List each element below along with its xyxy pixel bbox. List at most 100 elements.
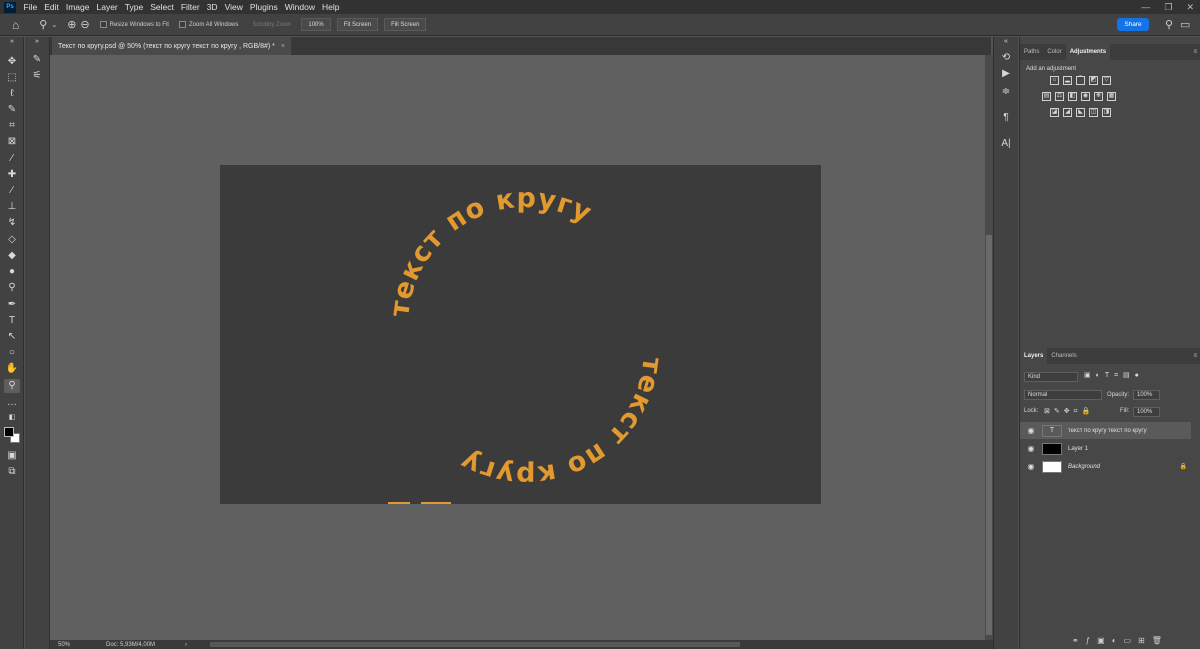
search-icon[interactable]: ⚲ xyxy=(1165,18,1173,31)
layer-row-background[interactable]: ◉ Background 🔒 xyxy=(1020,458,1191,475)
scrubby-zoom-checkbox[interactable]: Scrubby Zoom xyxy=(252,22,291,28)
zoom-100-button[interactable]: 100% xyxy=(301,18,331,31)
quick-select-icon[interactable]: ✎ xyxy=(4,103,20,117)
path-select-icon[interactable]: ↖ xyxy=(4,330,20,344)
share-button[interactable]: Share xyxy=(1117,18,1149,31)
properties-icon[interactable]: ⚟ xyxy=(29,69,45,83)
vertical-scrollbar[interactable] xyxy=(985,55,993,640)
lasso-tool-icon[interactable]: ℓ xyxy=(4,87,20,101)
chevron-down-icon[interactable]: ⌄ xyxy=(51,21,57,29)
shape-tool-icon[interactable]: ○ xyxy=(4,346,20,360)
close-tab-icon[interactable]: × xyxy=(281,43,285,50)
menu-image[interactable]: Image xyxy=(62,0,93,14)
resize-windows-checkbox[interactable]: Resize Windows to Fit xyxy=(99,21,169,28)
menu-select[interactable]: Select xyxy=(147,0,178,14)
close-button[interactable]: ✕ xyxy=(1186,0,1194,14)
brightness-icon[interactable]: ☼ xyxy=(1050,76,1059,85)
tab-channels[interactable]: Channels xyxy=(1047,348,1080,364)
curves-icon[interactable]: ⌒ xyxy=(1076,76,1085,85)
photo-filter-icon[interactable]: ◉ xyxy=(1081,92,1090,101)
character-icon[interactable]: A| xyxy=(998,137,1014,151)
zoom-tool-active-icon[interactable]: ⚲ xyxy=(4,379,20,393)
menu-3d[interactable]: 3D xyxy=(203,0,221,14)
pen-tool-icon[interactable]: ✒ xyxy=(4,298,20,312)
menu-edit[interactable]: Edit xyxy=(41,0,63,14)
default-colors-icon[interactable]: ◧ xyxy=(4,411,20,425)
quick-mask-icon[interactable]: ▣ xyxy=(4,449,20,463)
paragraph-icon[interactable]: ¶ xyxy=(998,111,1014,125)
layers-footer-icons[interactable]: ⚭ƒ▣◐▭⊞🗑 xyxy=(1072,636,1169,645)
tab-layers[interactable]: Layers xyxy=(1020,348,1048,364)
restore-button[interactable]: ❐ xyxy=(1164,0,1172,14)
exposure-icon[interactable]: ◩ xyxy=(1089,76,1098,85)
kind-filter[interactable]: Kind xyxy=(1024,372,1078,382)
screen-mode-icon[interactable]: ⧉ xyxy=(4,465,20,479)
posterize-icon[interactable]: ◢ xyxy=(1063,108,1072,117)
layer-row-text[interactable]: ◉ T текст по кругу текст по кругу xyxy=(1020,422,1191,439)
vertical-scroll-thumb[interactable] xyxy=(986,235,992,635)
expand-icon[interactable]: » xyxy=(29,35,45,49)
stamp-tool-icon[interactable]: ⊥ xyxy=(4,200,20,214)
color-balance-icon[interactable]: ⚖ xyxy=(1055,92,1064,101)
layer-filter-icons[interactable]: ▣◐T⌗▤● xyxy=(1084,371,1144,380)
visibility-eye-icon[interactable]: ◉ xyxy=(1024,426,1038,435)
zoom-tool-icon[interactable]: ⚲ xyxy=(39,18,47,31)
workspace-icon[interactable]: ▭ xyxy=(1180,18,1190,31)
channel-mixer-icon[interactable]: ❋ xyxy=(1094,92,1103,101)
eyedropper-icon[interactable]: ⁄ xyxy=(4,152,20,166)
menu-type[interactable]: Type xyxy=(121,0,146,14)
blend-mode-select[interactable]: Normal xyxy=(1024,390,1102,400)
layers-menu-icon[interactable]: ≡ xyxy=(1189,348,1200,364)
type-tool-icon[interactable]: T xyxy=(4,314,20,328)
zoom-all-checkbox[interactable]: Zoom All Windows xyxy=(178,21,238,28)
levels-icon[interactable]: ▂ xyxy=(1063,76,1072,85)
status-chevron-icon[interactable]: › xyxy=(185,642,187,648)
color-lookup-icon[interactable]: ▦ xyxy=(1107,92,1116,101)
collapse-panels-icon[interactable]: « xyxy=(998,35,1014,49)
brush-settings-icon[interactable]: ✎ xyxy=(29,53,45,67)
frame-tool-icon[interactable]: ⊠ xyxy=(4,135,20,149)
blur-tool-icon[interactable]: ● xyxy=(4,265,20,279)
zoom-level[interactable]: 50% xyxy=(58,642,70,648)
hand-tool-icon[interactable]: ✋ xyxy=(4,362,20,376)
threshold-icon[interactable]: ◣ xyxy=(1076,108,1085,117)
paint-bucket-icon[interactable]: ◆ xyxy=(4,249,20,263)
collapse-icon[interactable]: » xyxy=(4,35,20,49)
menu-filter[interactable]: Filter xyxy=(177,0,203,14)
fit-screen-button[interactable]: Fit Screen xyxy=(336,18,379,31)
menu-layer[interactable]: Layer xyxy=(93,0,121,14)
tab-color[interactable]: Color xyxy=(1043,44,1065,60)
black-white-icon[interactable]: ◧ xyxy=(1068,92,1077,101)
eraser-tool-icon[interactable]: ◇ xyxy=(4,233,20,247)
crop-tool-icon[interactable]: ⌗ xyxy=(4,119,20,133)
zoom-out-icon[interactable]: ⊖ xyxy=(80,18,89,31)
fill-screen-button[interactable]: Fill Screen xyxy=(384,18,427,31)
move-tool-icon[interactable]: ✥ xyxy=(4,55,20,69)
panel-menu-icon[interactable]: ≡ xyxy=(1189,44,1200,60)
menu-window[interactable]: Window xyxy=(281,0,318,14)
dodge-tool-icon[interactable]: ⚲ xyxy=(4,281,20,295)
horizontal-scroll-thumb[interactable] xyxy=(210,642,740,647)
foreground-color-swatch[interactable] xyxy=(4,427,14,437)
layer-row-layer1[interactable]: ◉ Layer 1 xyxy=(1020,440,1191,457)
vibrance-icon[interactable]: ▽ xyxy=(1102,76,1111,85)
history-brush-icon[interactable]: ↯ xyxy=(4,216,20,230)
menu-file[interactable]: File xyxy=(20,0,41,14)
fill-field[interactable]: 100% xyxy=(1133,407,1160,417)
lock-icons[interactable]: ⊠✎✥⌗🔒 xyxy=(1044,407,1094,416)
photoshop-logo[interactable]: Ps xyxy=(4,1,16,13)
visibility-eye-icon[interactable]: ◉ xyxy=(1024,462,1038,471)
gradient-map-icon[interactable]: ◫ xyxy=(1089,108,1098,117)
marquee-tool-icon[interactable]: ⬚ xyxy=(4,71,20,85)
tab-paths[interactable]: Paths xyxy=(1020,44,1043,60)
adjustments-panel-icon[interactable]: ≑ xyxy=(998,85,1014,99)
brush-tool-icon[interactable]: ∕ xyxy=(4,184,20,198)
actions-icon[interactable]: ▶ xyxy=(998,67,1014,81)
more-tools-icon[interactable]: … xyxy=(4,396,20,410)
opacity-field[interactable]: 100% xyxy=(1133,390,1160,400)
visibility-eye-icon[interactable]: ◉ xyxy=(1024,444,1038,453)
history-icon[interactable]: ⟲ xyxy=(998,51,1014,65)
menu-help[interactable]: Help xyxy=(318,0,342,14)
healing-brush-icon[interactable]: ✚ xyxy=(4,168,20,182)
tab-adjustments[interactable]: Adjustments xyxy=(1065,44,1111,60)
